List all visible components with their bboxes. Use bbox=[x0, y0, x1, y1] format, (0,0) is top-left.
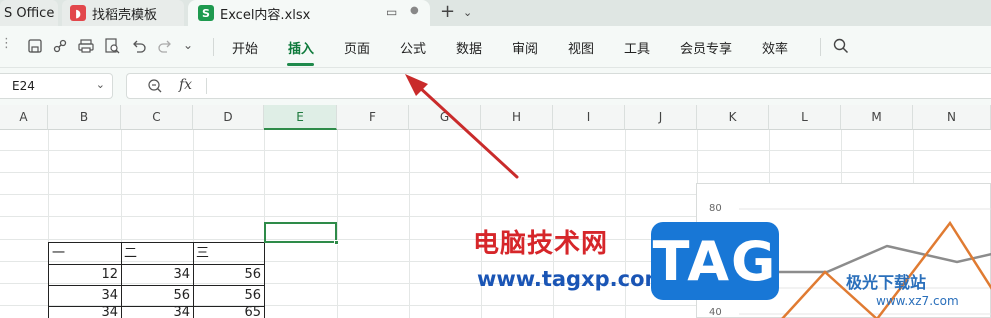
table-header-cell[interactable]: 二 bbox=[124, 243, 192, 264]
tab-list-chevron-icon[interactable]: ⌄ bbox=[463, 6, 472, 19]
divider bbox=[213, 38, 214, 56]
column-header-h[interactable]: H bbox=[481, 105, 553, 130]
menu-home[interactable]: 开始 bbox=[232, 38, 258, 57]
menu-tools[interactable]: 工具 bbox=[624, 38, 650, 57]
tab-label: S Office bbox=[4, 5, 55, 21]
tab-label: Excel内容.xlsx bbox=[220, 7, 311, 23]
column-header-f[interactable]: F bbox=[337, 105, 409, 130]
search-icon[interactable] bbox=[832, 37, 850, 55]
column-header-g[interactable]: G bbox=[409, 105, 481, 130]
watermark-text: 电脑技术网 bbox=[473, 229, 609, 259]
selected-cell[interactable] bbox=[264, 222, 337, 243]
docer-icon: ◗ bbox=[70, 5, 86, 21]
menu-insert[interactable]: 插入 bbox=[288, 38, 314, 57]
divider bbox=[820, 38, 821, 56]
unsaved-dot-icon: ● bbox=[410, 5, 419, 16]
gridline bbox=[0, 150, 991, 151]
spreadsheet-icon: S bbox=[198, 5, 214, 21]
tab-excel-file[interactable]: S Excel内容.xlsx ▭ ● bbox=[188, 0, 430, 26]
menu-data[interactable]: 数据 bbox=[456, 38, 482, 57]
menu-member[interactable]: 会员专享 bbox=[680, 38, 732, 57]
menu-page[interactable]: 页面 bbox=[344, 38, 370, 57]
column-header-m[interactable]: M bbox=[841, 105, 913, 130]
monitor-icon[interactable]: ▭ bbox=[386, 5, 397, 19]
table-cell[interactable]: 34 bbox=[122, 302, 193, 318]
column-header-j[interactable]: J bbox=[625, 105, 697, 130]
watermark-tag-logo: TAG bbox=[651, 222, 779, 300]
menu-view[interactable]: 视图 bbox=[568, 38, 594, 57]
save-icon[interactable] bbox=[26, 37, 44, 55]
table-cell[interactable]: 12 bbox=[49, 264, 121, 285]
fill-handle[interactable] bbox=[334, 240, 339, 245]
tab-label: 找稻壳模板 bbox=[92, 7, 158, 23]
formula-input-area: fx bbox=[126, 73, 991, 99]
tab-wps-office[interactable]: S Office bbox=[0, 0, 58, 26]
active-menu-indicator bbox=[287, 63, 314, 66]
column-header-e[interactable]: E bbox=[264, 105, 337, 130]
ribbon-toolbar: ⋮ ⌄ 开始 插入 页面 公式 数据 审阅 视图 工具 会员专享 效率 bbox=[0, 26, 991, 68]
watermark-url: www.tagxp.com bbox=[477, 267, 667, 291]
chevron-down-icon[interactable]: ⌄ bbox=[96, 78, 105, 91]
column-header-d[interactable]: D bbox=[193, 105, 264, 130]
divider bbox=[206, 78, 207, 94]
column-header-i[interactable]: I bbox=[553, 105, 625, 130]
column-header-l[interactable]: L bbox=[769, 105, 841, 130]
column-header-a[interactable]: A bbox=[0, 105, 48, 130]
column-header-n[interactable]: N bbox=[913, 105, 991, 130]
menu-formulas[interactable]: 公式 bbox=[400, 38, 426, 57]
print-preview-icon[interactable] bbox=[103, 37, 121, 55]
share-icon[interactable] bbox=[51, 37, 69, 55]
tab-docer-templates[interactable]: ◗ 找稻壳模板 bbox=[62, 0, 184, 26]
new-tab-plus-icon[interactable]: + bbox=[440, 1, 455, 22]
name-box-value: E24 bbox=[12, 79, 35, 93]
print-icon[interactable] bbox=[77, 37, 95, 55]
formula-bar: E24 ⌄ fx bbox=[0, 68, 991, 105]
y-tick-label: 80 bbox=[709, 203, 722, 214]
table-header-cell[interactable]: 三 bbox=[196, 243, 264, 264]
table-header-cell[interactable]: 一 bbox=[52, 243, 120, 264]
y-tick-label: 40 bbox=[709, 307, 722, 318]
menu-review[interactable]: 审阅 bbox=[512, 38, 538, 57]
watermark-site-logo: 极光下载站 bbox=[846, 273, 927, 292]
zoom-icon[interactable] bbox=[147, 78, 163, 94]
table-cell[interactable]: 34 bbox=[49, 302, 121, 318]
gridline bbox=[409, 130, 410, 318]
menu-efficiency[interactable]: 效率 bbox=[762, 38, 788, 57]
table-cell[interactable]: 34 bbox=[122, 264, 193, 285]
function-fx-icon[interactable]: fx bbox=[179, 77, 192, 93]
redo-icon[interactable] bbox=[156, 37, 174, 55]
undo-icon[interactable] bbox=[130, 37, 148, 55]
column-header-b[interactable]: B bbox=[48, 105, 121, 130]
column-header-c[interactable]: C bbox=[121, 105, 193, 130]
table-cell[interactable]: 65 bbox=[194, 302, 264, 318]
gridline bbox=[0, 172, 991, 173]
menu-handle-icon[interactable]: ⋮ bbox=[0, 36, 13, 54]
table-border bbox=[264, 242, 265, 318]
gridline bbox=[337, 130, 338, 318]
more-chevron-down-icon[interactable]: ⌄ bbox=[183, 38, 201, 56]
column-header-k[interactable]: K bbox=[697, 105, 769, 130]
name-box[interactable]: E24 ⌄ bbox=[0, 73, 113, 99]
tab-bar: S Office ◗ 找稻壳模板 S Excel内容.xlsx ▭ ● + ⌄ bbox=[0, 0, 991, 26]
watermark-site-url: www.xz7.com bbox=[876, 294, 959, 308]
table-cell[interactable]: 56 bbox=[194, 264, 264, 285]
